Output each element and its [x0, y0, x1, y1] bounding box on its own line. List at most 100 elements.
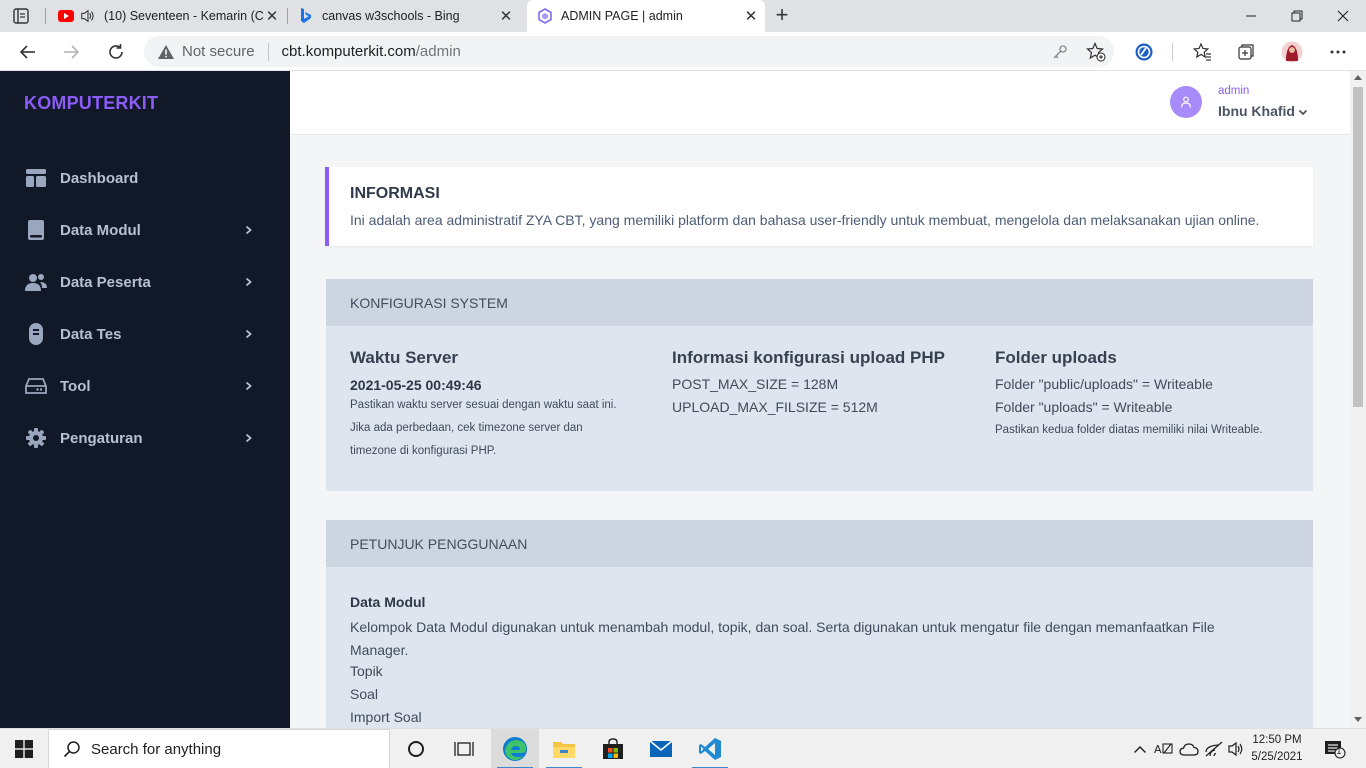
address-bar[interactable]: Not secure cbt.komputerkit.com /admin	[144, 36, 1114, 67]
sidebar-item-label: Data Modul	[60, 221, 141, 239]
key-icon[interactable]	[1050, 42, 1070, 62]
brand-logo[interactable]: KOMPUTERKIT	[24, 93, 158, 114]
page-scrollbar[interactable]	[1350, 71, 1366, 728]
forward-button[interactable]	[57, 38, 85, 66]
notification-icon[interactable]: 1	[1323, 739, 1347, 759]
start-button[interactable]	[0, 729, 48, 768]
sidebar-item-dashboard[interactable]: Dashboard	[0, 156, 290, 200]
taskbar: Search for anything A 12:50 PM 5/25/2021	[0, 728, 1366, 768]
folder-status-line: Folder "uploads" = Writeable	[995, 399, 1173, 415]
section-title: Folder uploads	[995, 348, 1117, 367]
server-time-note: Pastikan waktu server sesuai dengan wakt…	[350, 399, 617, 411]
wifi-icon[interactable]	[1204, 739, 1224, 759]
system-clock[interactable]: 12:50 PM 5/25/2021	[1248, 732, 1306, 766]
tab-title: ADMIN PAGE | admin	[561, 9, 683, 23]
guide-list-item: Import Soal	[350, 709, 422, 725]
chevron-up-icon[interactable]	[1130, 739, 1150, 759]
sidebar-item-pengaturan[interactable]: Pengaturan	[0, 416, 290, 460]
info-text: Ini adalah area administratif ZYA CBT, y…	[350, 212, 1260, 228]
page-header: admin Ibnu Khafid	[290, 71, 1350, 135]
scrollbar-thumb[interactable]	[1353, 87, 1363, 407]
tab-title: (10) Seventeen - Kemarin (C	[104, 9, 264, 23]
close-window-button[interactable]	[1320, 0, 1366, 32]
server-time-note: timezone di konfigurasi PHP.	[350, 445, 497, 457]
security-label: Not secure	[182, 43, 255, 60]
sidebar-item-tool[interactable]: Tool	[0, 364, 290, 408]
tab-bing[interactable]: canvas w3schools - Bing ✕	[298, 0, 520, 32]
taskbar-search[interactable]: Search for anything	[48, 729, 390, 768]
close-icon[interactable]: ✕	[743, 8, 759, 25]
tab-admin-page[interactable]: ADMIN PAGE | admin ✕	[527, 0, 765, 32]
guide-list-item: Topik	[350, 663, 383, 679]
card-header: PETUNJUK PENGGUNAAN	[326, 520, 1313, 567]
divider	[267, 42, 269, 61]
cortana-icon[interactable]	[392, 729, 440, 768]
user-avatar[interactable]	[1170, 86, 1202, 118]
guide-list-item: Soal	[350, 686, 379, 702]
tab-youtube[interactable]: (10) Seventeen - Kemarin (C ✕	[58, 0, 280, 32]
volume-icon[interactable]	[1226, 739, 1246, 759]
gear-icon	[25, 427, 47, 449]
guide-section-text: Kelompok Data Modul digunakan untuk mena…	[350, 619, 1215, 658]
search-placeholder: Search for anything	[91, 740, 222, 758]
folder-note: Pastikan kedua folder diatas memiliki ni…	[995, 424, 1263, 436]
close-icon[interactable]: ✕	[498, 8, 514, 25]
guide-section-title: Data Modul	[350, 594, 426, 610]
card-header: KONFIGURASI SYSTEM	[326, 279, 1313, 326]
close-icon[interactable]: ✕	[264, 8, 280, 25]
warning-icon[interactable]	[157, 43, 175, 61]
add-favorite-icon[interactable]	[1086, 42, 1106, 62]
tab-actions-icon[interactable]	[12, 7, 30, 25]
folder-uploads-section: Folder uploads Folder "public/uploads" =…	[995, 348, 1295, 442]
tab-separator	[287, 8, 288, 24]
server-time-section: Waktu Server 2021-05-25 00:49:46 Pastika…	[350, 348, 650, 463]
file-explorer-icon[interactable]	[540, 729, 588, 768]
new-tab-button[interactable]: +	[770, 4, 794, 28]
svg-text:A: A	[1154, 743, 1162, 756]
extension-icon[interactable]	[1132, 40, 1156, 64]
section-title: Waktu Server	[350, 348, 459, 367]
chevron-right-icon	[243, 277, 253, 287]
clock-time: 12:50 PM	[1252, 734, 1302, 746]
edge-taskbar-icon[interactable]	[491, 729, 539, 768]
tab-separator	[45, 8, 46, 24]
search-icon	[63, 740, 81, 758]
profile-avatar[interactable]	[1280, 40, 1304, 64]
user-role: admin	[1218, 85, 1250, 97]
user-menu[interactable]: Ibnu Khafid	[1218, 103, 1295, 119]
mail-icon[interactable]	[637, 729, 685, 768]
bing-icon	[298, 8, 314, 24]
chevron-down-icon[interactable]	[1298, 107, 1308, 117]
usage-guide-card: PETUNJUK PENGGUNAAN Data Modul Kelompok …	[326, 520, 1313, 728]
sidebar-item-data-tes[interactable]: Data Tes	[0, 312, 290, 356]
back-button[interactable]	[14, 38, 42, 66]
section-title: Informasi konfigurasi upload PHP	[672, 348, 945, 367]
input-method-icon[interactable]: A	[1154, 739, 1174, 759]
server-time-note: Jika ada perbedaan, cek timezone server …	[350, 422, 583, 434]
vscode-icon[interactable]	[686, 729, 734, 768]
dashboard-icon	[25, 167, 47, 189]
clock-date: 5/25/2021	[1251, 751, 1303, 763]
scroll-down-arrow[interactable]	[1354, 717, 1362, 722]
favorites-icon[interactable]	[1190, 40, 1214, 64]
collections-icon[interactable]	[1234, 40, 1258, 64]
sidebar-item-data-peserta[interactable]: Data Peserta	[0, 260, 290, 304]
site-hexagon-icon	[537, 8, 553, 24]
users-icon	[25, 271, 47, 293]
book-icon	[25, 219, 47, 241]
sidebar-item-data-modul[interactable]: Data Modul	[0, 208, 290, 252]
restore-button[interactable]	[1274, 0, 1320, 32]
sidebar-item-label: Dashboard	[60, 169, 139, 187]
chevron-right-icon	[243, 433, 253, 443]
task-view-icon[interactable]	[440, 729, 488, 768]
onedrive-icon[interactable]	[1179, 739, 1199, 759]
audio-playing-icon[interactable]	[80, 8, 96, 24]
refresh-button[interactable]	[102, 38, 130, 66]
youtube-icon	[58, 8, 74, 24]
store-icon[interactable]	[589, 729, 637, 768]
more-options-icon[interactable]	[1326, 40, 1350, 64]
minimize-button[interactable]	[1228, 0, 1274, 32]
browser-tab-bar: (10) Seventeen - Kemarin (C ✕ canvas w3s…	[0, 0, 1366, 32]
php-config-line: POST_MAX_SIZE = 128M	[672, 376, 839, 392]
scroll-up-arrow[interactable]	[1354, 75, 1362, 80]
